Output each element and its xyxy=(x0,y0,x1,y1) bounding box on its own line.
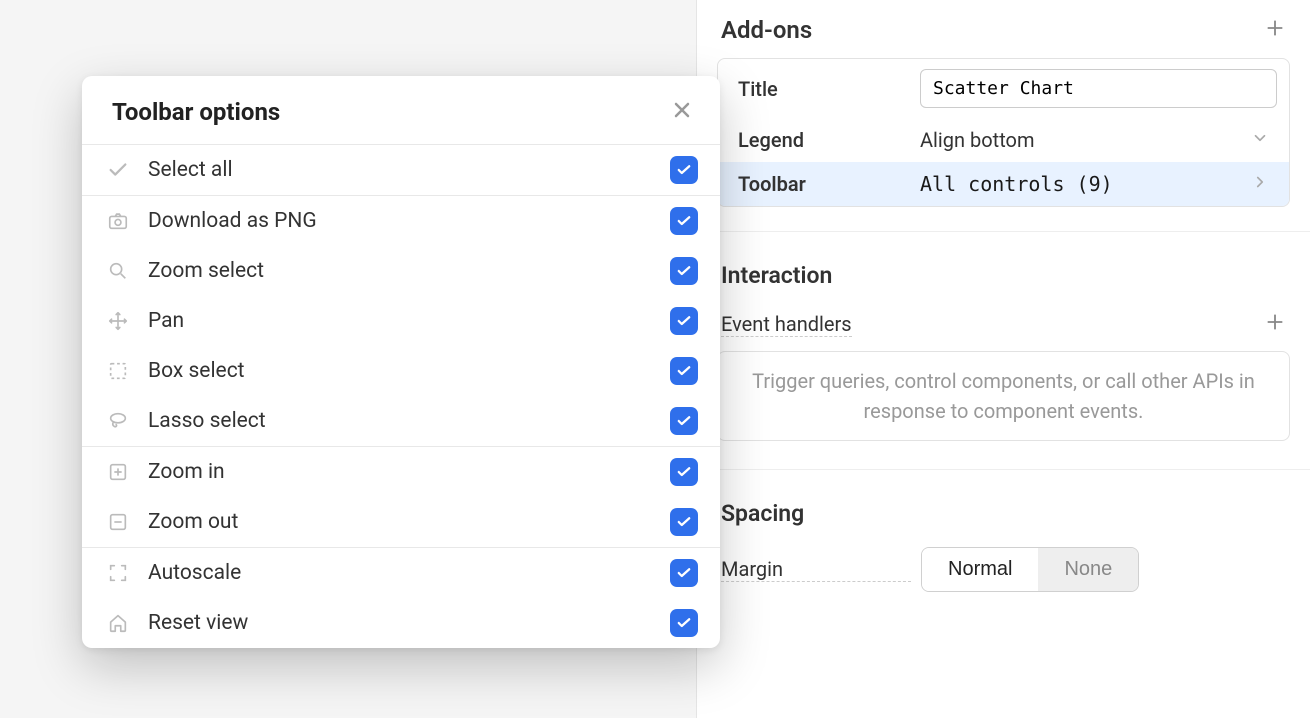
prop-row-title: Title xyxy=(718,59,1289,118)
title-input[interactable] xyxy=(920,69,1277,108)
opt-zoom-out-checkbox[interactable] xyxy=(670,508,698,536)
opt-zoom-select-label: Zoom select xyxy=(148,259,652,283)
event-handlers-label: Event handlers xyxy=(721,312,852,337)
margin-row: Margin Normal None xyxy=(697,535,1310,604)
modal-header: Toolbar options xyxy=(82,76,720,144)
legend-select[interactable]: Align bottom xyxy=(920,128,1277,152)
toolbar-value: All controls (9) xyxy=(920,172,1113,196)
prop-label-title: Title xyxy=(730,77,910,101)
opt-reset-view-checkbox[interactable] xyxy=(670,609,698,637)
addons-title: Add-ons xyxy=(721,16,812,44)
opt-zoom-in[interactable]: Zoom in xyxy=(82,447,720,497)
opt-lasso-select[interactable]: Lasso select xyxy=(82,396,720,446)
margin-segmented: Normal None xyxy=(921,547,1139,592)
event-handlers-placeholder[interactable]: Trigger queries, control components, or … xyxy=(717,351,1290,441)
opt-zoom-select-checkbox[interactable] xyxy=(670,257,698,285)
opt-autoscale-checkbox[interactable] xyxy=(670,559,698,587)
addons-header: Add-ons xyxy=(697,0,1310,52)
opt-download-png-label: Download as PNG xyxy=(148,209,652,233)
interaction-heading: Interaction xyxy=(697,231,1310,297)
prop-label-legend: Legend xyxy=(730,128,910,152)
opt-box-select-label: Box select xyxy=(148,359,652,383)
event-handlers-header: Event handlers xyxy=(697,297,1310,343)
opt-pan-checkbox[interactable] xyxy=(670,307,698,335)
box-select-icon xyxy=(106,359,130,383)
opt-autoscale-label: Autoscale xyxy=(148,561,652,585)
close-button[interactable] xyxy=(670,98,694,126)
plus-icon xyxy=(1264,17,1286,39)
select-all-label: Select all xyxy=(148,158,652,182)
autoscale-icon xyxy=(106,561,130,585)
chevron-down-icon xyxy=(1251,128,1269,152)
opt-pan-label: Pan xyxy=(148,309,652,333)
prop-row-legend[interactable]: Legend Align bottom xyxy=(718,118,1289,162)
opt-reset-view[interactable]: Reset view xyxy=(82,598,720,648)
opt-box-select[interactable]: Box select xyxy=(82,346,720,396)
spacing-heading: Spacing xyxy=(697,469,1310,535)
margin-label: Margin xyxy=(721,557,911,582)
margin-none-button[interactable]: None xyxy=(1038,548,1138,591)
opt-lasso-select-checkbox[interactable] xyxy=(670,407,698,435)
prop-label-toolbar: Toolbar xyxy=(730,172,910,196)
select-all-row[interactable]: Select all xyxy=(82,145,720,195)
select-all-checkbox[interactable] xyxy=(670,156,698,184)
zoom-in-icon xyxy=(106,460,130,484)
addons-props: Title Legend Align bottom Toolbar All co… xyxy=(717,58,1290,207)
toolbar-value-wrap: All controls (9) xyxy=(920,172,1277,196)
opt-pan[interactable]: Pan xyxy=(82,296,720,346)
opt-zoom-select[interactable]: Zoom select xyxy=(82,246,720,296)
modal-title: Toolbar options xyxy=(112,98,280,126)
lasso-icon xyxy=(106,409,130,433)
opt-reset-view-label: Reset view xyxy=(148,611,652,635)
chevron-right-icon xyxy=(1251,172,1269,196)
opt-zoom-in-checkbox[interactable] xyxy=(670,458,698,486)
camera-icon xyxy=(106,209,130,233)
opt-box-select-checkbox[interactable] xyxy=(670,357,698,385)
opt-zoom-out[interactable]: Zoom out xyxy=(82,497,720,547)
margin-normal-button[interactable]: Normal xyxy=(922,548,1038,591)
pan-icon xyxy=(106,309,130,333)
add-addon-button[interactable] xyxy=(1264,17,1286,43)
legend-value: Align bottom xyxy=(920,128,1034,152)
plus-icon xyxy=(1264,311,1286,333)
home-icon xyxy=(106,611,130,635)
opt-download-png[interactable]: Download as PNG xyxy=(82,196,720,246)
close-icon xyxy=(670,98,694,122)
zoom-select-icon xyxy=(106,259,130,283)
right-panel: Add-ons Title Legend Align bottom Toolba… xyxy=(696,0,1310,718)
opt-zoom-in-label: Zoom in xyxy=(148,460,652,484)
zoom-out-icon xyxy=(106,510,130,534)
prop-row-toolbar[interactable]: Toolbar All controls (9) xyxy=(718,162,1289,206)
toolbar-options-modal: Toolbar options Select all Download as P… xyxy=(82,76,720,648)
opt-zoom-out-label: Zoom out xyxy=(148,510,652,534)
opt-download-png-checkbox[interactable] xyxy=(670,207,698,235)
opt-autoscale[interactable]: Autoscale xyxy=(82,548,720,598)
opt-lasso-select-label: Lasso select xyxy=(148,409,652,433)
check-icon xyxy=(106,158,130,182)
add-event-handler-button[interactable] xyxy=(1264,311,1286,337)
